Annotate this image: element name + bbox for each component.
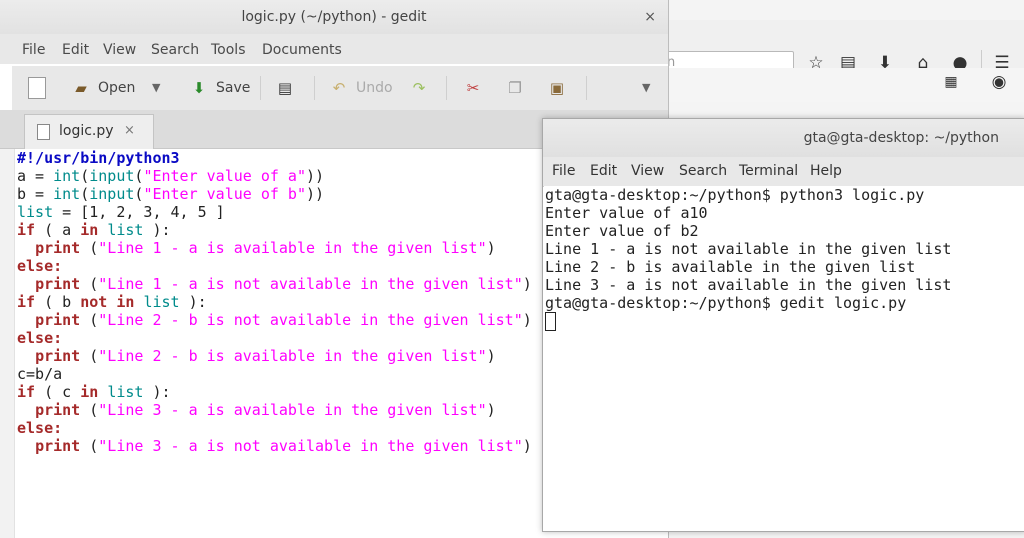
terminal-line: gta@gta-desktop:~/python$ python3 logic.… [545,186,925,204]
terminal-line: Enter value of b2 [545,222,699,240]
code-line: #!/usr/bin/python3 [17,149,180,167]
terminal-line: Line 1 - a is not available in the given… [545,240,952,258]
undo-button[interactable]: ↶ Undo [328,76,393,100]
code-line: print ("Line 2 - b is available in the g… [35,347,496,365]
file-icon [37,124,50,140]
paste-button[interactable]: ▣ [546,76,574,100]
terminal-title: gta@gta-desktop: ~/python [803,130,999,146]
code-line: else: [17,329,63,347]
undo-icon: ↶ [332,79,346,97]
terminal-menu-file[interactable]: File [552,163,575,179]
terminal-menu-terminal[interactable]: Terminal [739,163,798,179]
close-icon[interactable]: × [644,0,656,34]
notification-icon[interactable]: ◉ [987,70,1011,94]
apps-grid-icon[interactable]: ▦ [939,70,963,94]
code-line: if ( c in list ): [17,383,171,401]
menu-file[interactable]: File [22,42,45,58]
terminal-line: Line 2 - b is available in the given lis… [545,258,916,276]
menu-tools[interactable]: Tools [211,42,246,58]
open-button[interactable]: ▰ Open [70,76,135,100]
code-line: print ("Line 3 - a is not available in t… [35,437,532,455]
terminal-menu-help[interactable]: Help [810,163,842,179]
copy-icon: ❐ [508,79,522,97]
code-line: list = [1, 2, 3, 4, 5 ] [17,203,225,221]
code-line: print ("Line 3 - a is available in the g… [35,401,496,419]
menu-view[interactable]: View [103,42,136,58]
editor-gutter [0,149,15,538]
code-line: c=b/a [17,365,63,383]
overflow-dropdown-icon[interactable]: ▼ [642,76,650,100]
code-line: if ( b not in list ): [17,293,207,311]
print-button[interactable]: ▤ [274,76,302,100]
gedit-toolbar: ▰ Open ▼ ⬇ Save ▤ ↶ Undo ↷ ✂ ❐ ▣ ▼ [12,66,668,111]
code-line: b = int(input("Enter value of b")) [17,185,325,203]
terminal-menu-search[interactable]: Search [679,163,727,179]
terminal-output[interactable]: gta@gta-desktop:~/python$ python3 logic.… [544,186,1024,530]
code-line: else: [17,419,63,437]
folder-icon: ▰ [75,79,87,97]
terminal-line: gta@gta-desktop:~/python$ gedit logic.py [545,294,907,312]
save-icon: ⬇ [192,79,206,97]
gedit-menubar: File Edit View Search Tools Documents [0,34,668,64]
code-line: if ( a in list ): [17,221,171,239]
gedit-title: logic.py (~/python) - gedit [241,9,427,25]
redo-button[interactable]: ↷ [408,76,436,100]
save-button[interactable]: ⬇ Save [188,76,251,100]
terminal-menu-view[interactable]: View [631,163,664,179]
gedit-titlebar: logic.py (~/python) - gedit × [0,0,668,34]
menu-search[interactable]: Search [151,42,199,58]
terminal-menubar: File Edit View Search Terminal Help [543,157,1024,187]
redo-icon: ↷ [412,79,426,97]
terminal-cursor [545,312,556,331]
terminal-line: Enter value of a10 [545,204,708,222]
toolbar-divider [446,76,447,100]
tab-close-icon[interactable]: × [124,115,135,147]
code-line: print ("Line 1 - a is available in the g… [35,239,496,257]
open-dropdown-icon[interactable]: ▼ [152,76,160,100]
toolbar-divider [314,76,315,100]
code-line: a = int(input("Enter value of a")) [17,167,325,185]
code-line: else: [17,257,63,275]
code-editor[interactable]: #!/usr/bin/python3 a = int(input("Enter … [17,149,532,455]
paste-icon: ▣ [549,79,565,97]
toolbar-divider [586,76,587,100]
toolbar-divider [260,76,261,100]
tab-logic-py[interactable]: logic.py × [24,114,154,149]
new-button[interactable] [28,76,52,100]
code-line: print ("Line 2 - b is not available in t… [35,311,532,329]
terminal-line: Line 3 - a is not available in the given… [545,276,952,294]
printer-icon: ▤ [277,79,293,97]
new-document-icon [28,77,46,99]
cut-button[interactable]: ✂ [462,76,490,100]
copy-button[interactable]: ❐ [504,76,532,100]
menu-edit[interactable]: Edit [62,42,89,58]
code-line: print ("Line 1 - a is not available in t… [35,275,532,293]
menu-documents[interactable]: Documents [262,42,342,58]
scissors-icon: ✂ [466,79,480,97]
terminal-menu-edit[interactable]: Edit [590,163,617,179]
terminal-window: gta@gta-desktop: ~/python File Edit View… [542,118,1024,532]
terminal-titlebar: gta@gta-desktop: ~/python [543,119,1024,157]
